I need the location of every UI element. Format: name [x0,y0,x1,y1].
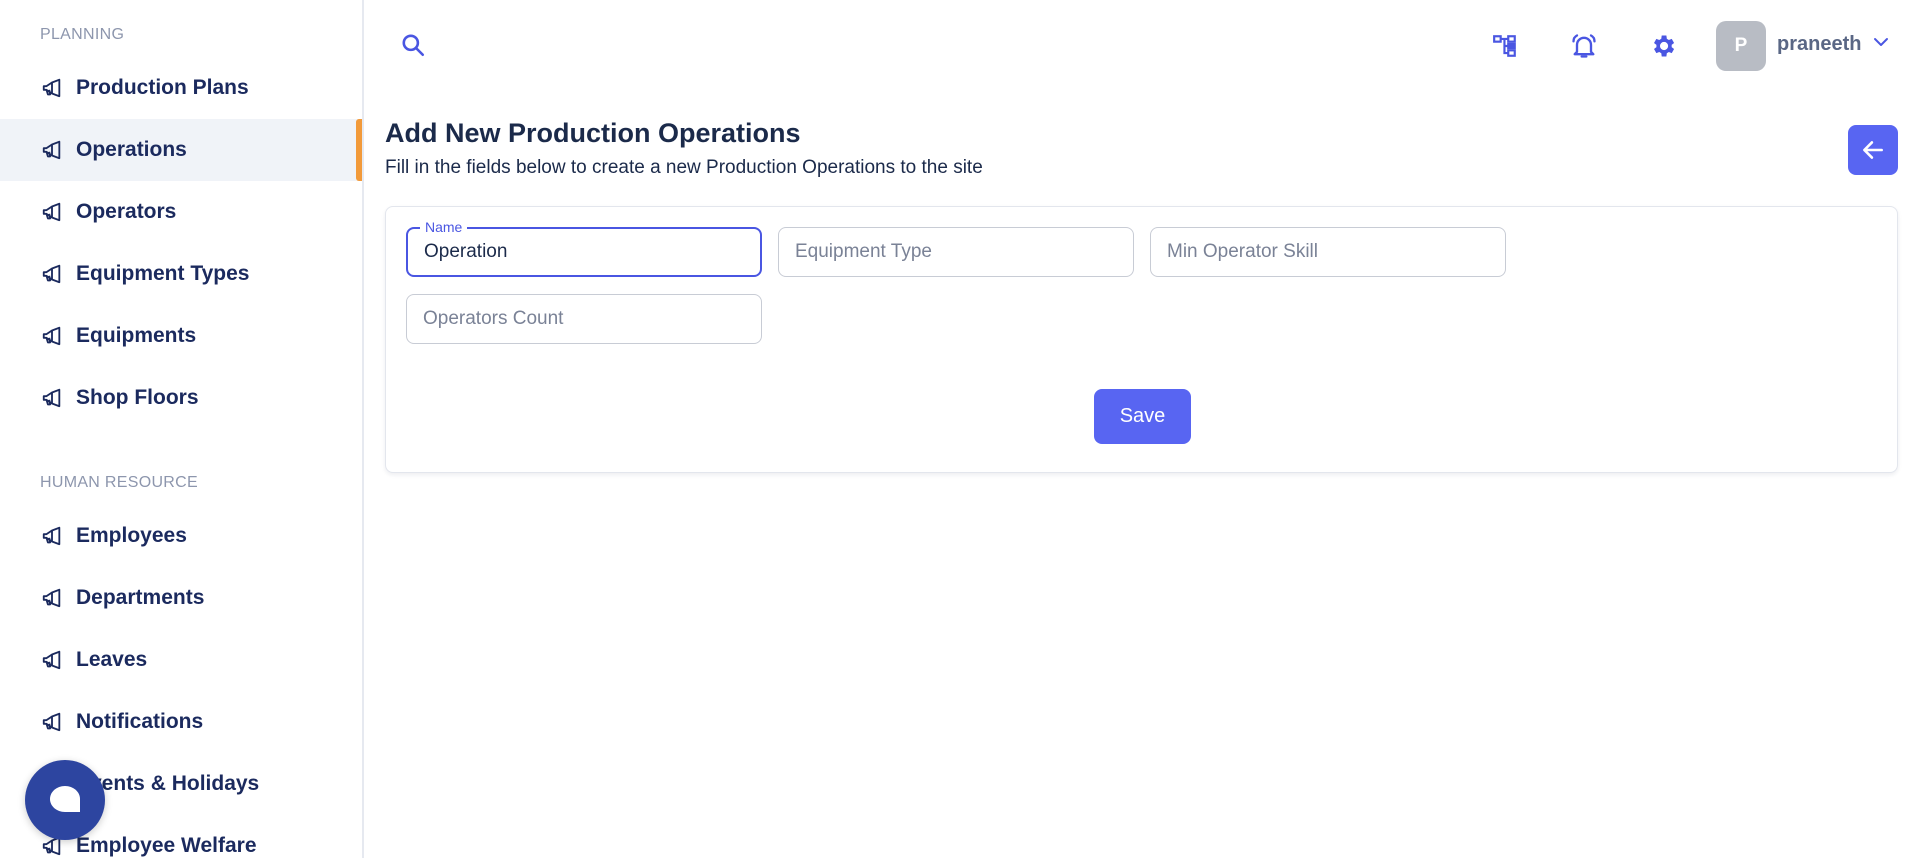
sidebar-item-label: Operators [76,200,177,223]
chat-bubble-icon [48,784,82,816]
avatar[interactable]: P [1716,21,1766,71]
page-title: Add New Production Operations [385,118,801,148]
hierarchy-icon[interactable] [1489,30,1521,62]
sidebar-item-label: Departments [76,586,205,609]
sidebar-item-leaves[interactable]: Leaves [0,629,362,691]
top-bar: P praneeth [366,0,1920,92]
name-input[interactable] [408,229,760,275]
save-button[interactable]: Save [1094,389,1191,444]
name-field: Name [406,219,762,277]
back-button[interactable] [1848,125,1898,175]
sidebar-item-label: Employee Welfare [76,834,257,857]
sidebar-item-production-plans[interactable]: Production Plans [0,57,362,119]
megaphone-icon [40,76,64,100]
sidebar-item-equipments[interactable]: Equipments [0,305,362,367]
sidebar: PLANNING Production Plans Operations Ope… [0,0,364,858]
search-icon[interactable] [400,32,428,60]
sidebar-item-notifications[interactable]: Notifications [0,691,362,753]
sidebar-section-human-resource: HUMAN RESOURCE [40,474,198,491]
sidebar-item-label: Production Plans [76,76,249,99]
sidebar-item-operators[interactable]: Operators [0,181,362,243]
sidebar-item-shop-floors[interactable]: Shop Floors [0,367,362,429]
megaphone-icon [40,524,64,548]
sidebar-item-label: Equipment Types [76,262,250,285]
megaphone-icon [40,710,64,734]
user-name[interactable]: praneeth [1777,33,1861,56]
sidebar-item-label: Equipments [76,324,197,347]
min-operator-skill-field [1150,227,1506,277]
chevron-down-icon[interactable] [1872,33,1890,51]
sidebar-item-departments[interactable]: Departments [0,567,362,629]
sidebar-item-operations[interactable]: Operations [0,119,362,181]
gear-icon[interactable] [1647,30,1679,62]
megaphone-icon [40,586,64,610]
operators-count-field [406,294,762,344]
megaphone-icon [40,324,64,348]
bell-icon[interactable] [1568,30,1600,62]
megaphone-icon [40,262,64,286]
name-field-label: Name [420,219,468,235]
sidebar-item-employees[interactable]: Employees [0,505,362,567]
min-operator-skill-input[interactable] [1151,228,1505,276]
sidebar-item-label: Notifications [76,710,204,733]
form-card: Name Save [385,206,1898,473]
sidebar-item-label: Shop Floors [76,386,199,409]
page-subtitle: Fill in the fields below to create a new… [385,157,983,178]
operators-count-input[interactable] [407,295,761,343]
chat-button[interactable] [25,760,105,840]
equipment-type-field [778,227,1134,277]
megaphone-icon [40,200,64,224]
megaphone-icon [40,386,64,410]
equipment-type-input[interactable] [779,228,1133,276]
megaphone-icon [40,138,64,162]
sidebar-item-label: Operations [76,138,187,161]
sidebar-item-label: Leaves [76,648,148,671]
arrow-left-icon [1860,137,1886,163]
megaphone-icon [40,648,64,672]
sidebar-section-planning: PLANNING [40,26,125,43]
sidebar-item-equipment-types[interactable]: Equipment Types [0,243,362,305]
sidebar-item-label: Employees [76,524,187,547]
